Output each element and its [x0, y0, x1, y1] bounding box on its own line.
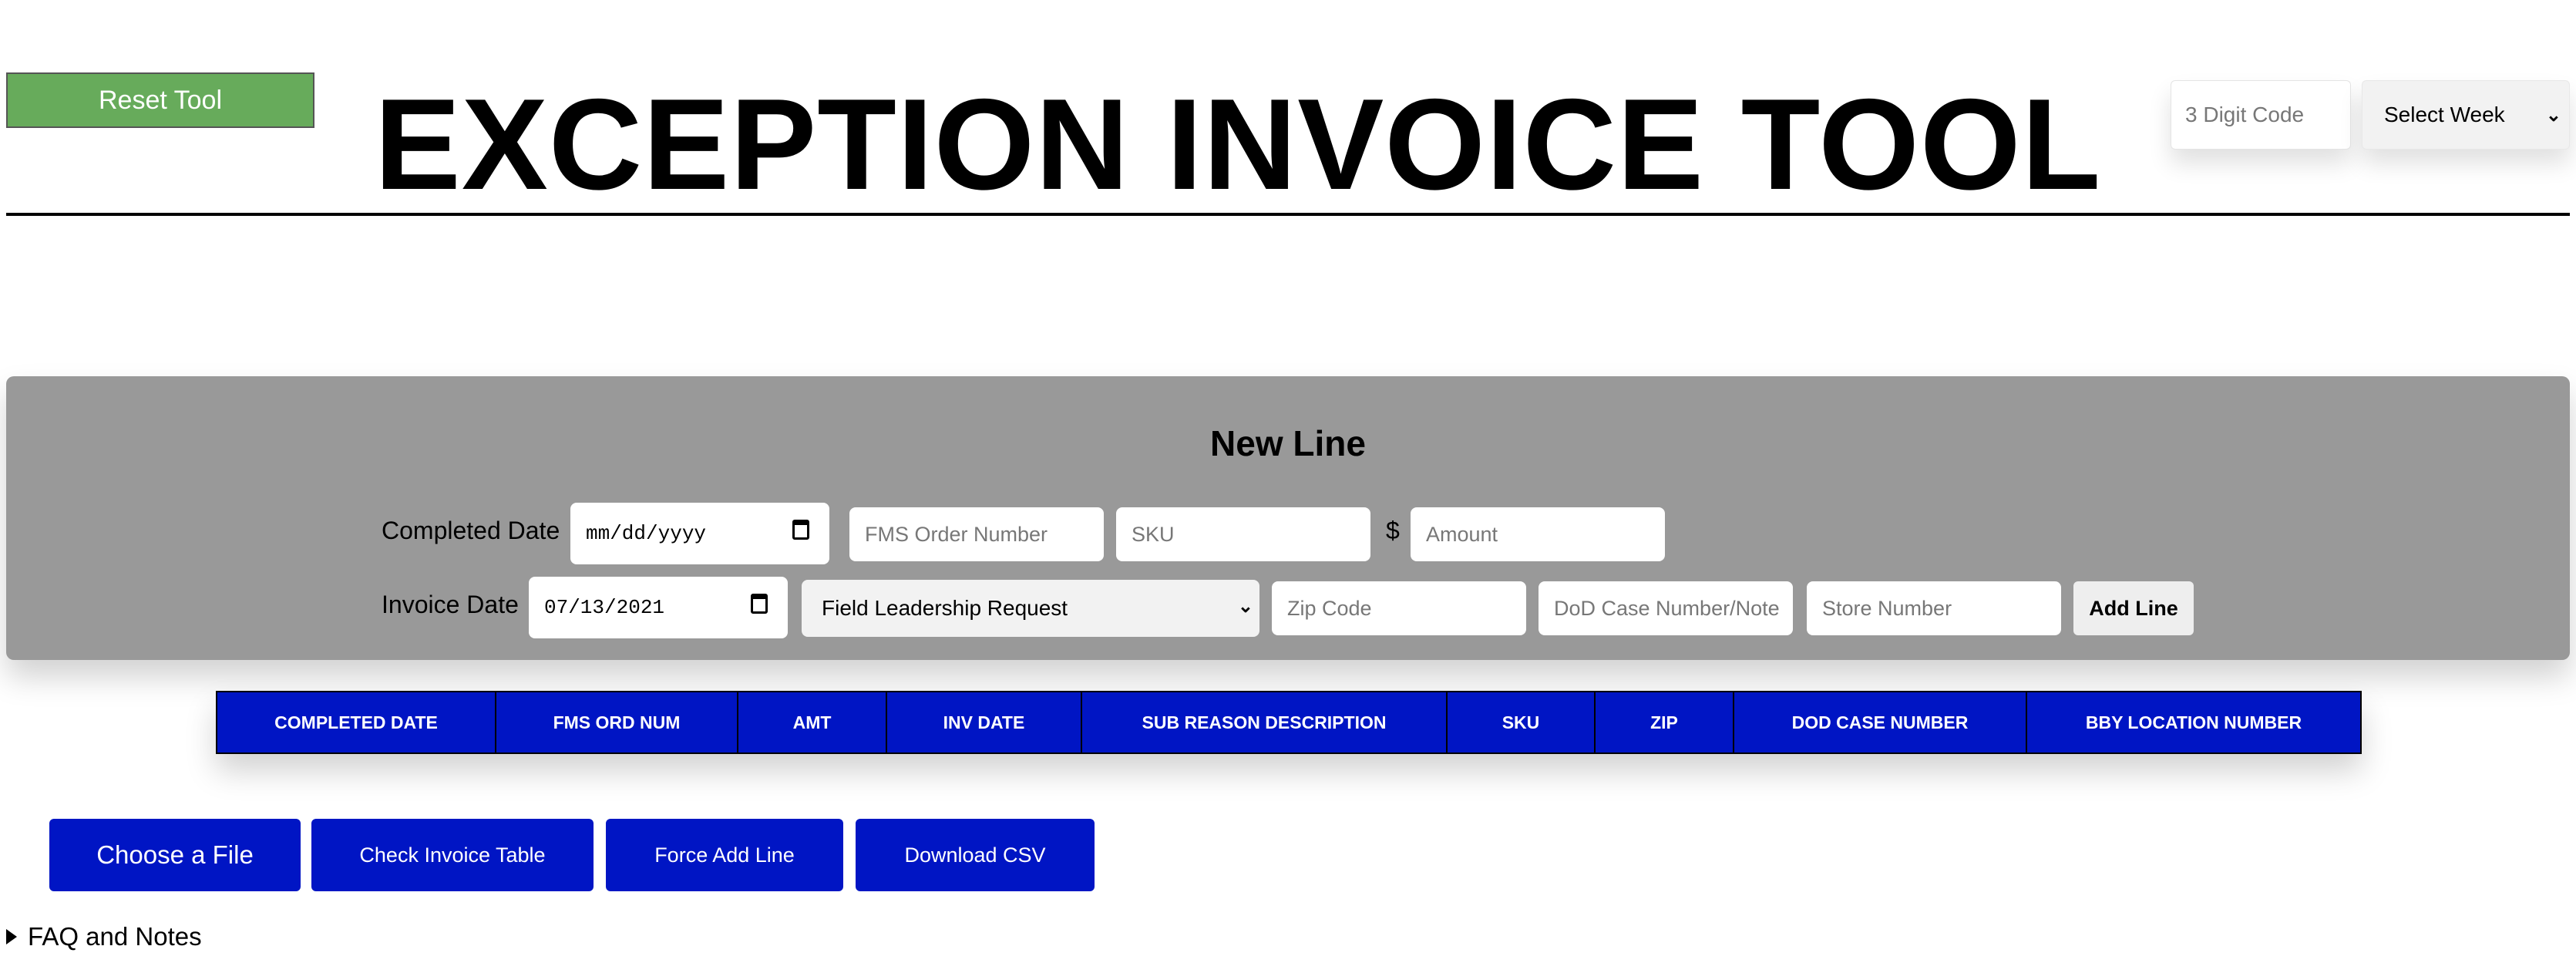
select-week-value: Select Week: [2384, 103, 2505, 126]
invoice-date-value: 07/13/2021: [544, 596, 665, 619]
sub-reason-value: Field Leadership Request: [822, 596, 1068, 620]
column-header: AMT: [738, 692, 887, 752]
new-line-title: New Line: [1210, 423, 1366, 463]
column-header: SKU: [1448, 692, 1596, 752]
column-header: FMS ORD NUM: [496, 692, 738, 752]
invoice-date-label: Invoice Date: [382, 591, 519, 618]
fms-order-number-input[interactable]: FMS Order Number: [849, 507, 1104, 561]
choose-file-button[interactable]: Choose a File: [49, 819, 301, 891]
disclosure-triangle-icon: [6, 929, 17, 944]
calendar-icon[interactable]: [751, 594, 768, 614]
amount-input[interactable]: Amount: [1411, 507, 1665, 561]
store-number-input[interactable]: Store Number: [1807, 581, 2061, 635]
column-header: BBY LOCATION NUMBER: [2085, 712, 2302, 732]
dod-case-number-input[interactable]: DoD Case Number/Note: [1539, 581, 1793, 635]
invoice-date-input[interactable]: 07/13/2021: [529, 577, 788, 638]
invoice-table-header: COMPLETED DATE FMS ORD NUM AMT INV DATE …: [216, 691, 2362, 754]
completed-date-value: mm/dd/yyyy: [586, 522, 707, 545]
check-invoice-table-button[interactable]: Check Invoice Table: [311, 819, 594, 891]
add-line-button[interactable]: Add Line: [2073, 581, 2194, 635]
column-header: DOD CASE NUMBER: [1734, 692, 2027, 752]
sub-reason-select[interactable]: Field Leadership Request ⌄: [802, 580, 1259, 637]
completed-date-label: Completed Date: [382, 517, 560, 544]
chevron-down-icon: ⌄: [2545, 105, 2561, 126]
three-digit-code-input[interactable]: 3 Digit Code: [2171, 80, 2351, 150]
column-header: INV DATE: [887, 692, 1082, 752]
download-csv-button[interactable]: Download CSV: [856, 819, 1095, 891]
header-divider: [6, 213, 2570, 216]
select-week-dropdown[interactable]: Select Week ⌄: [2362, 80, 2570, 150]
calendar-icon[interactable]: [792, 520, 809, 540]
faq-label: FAQ and Notes: [28, 922, 202, 951]
dollar-sign: $: [1386, 517, 1400, 544]
chevron-down-icon: ⌄: [1237, 596, 1253, 617]
faq-disclosure[interactable]: FAQ and Notes: [6, 922, 202, 951]
column-header: COMPLETED DATE: [217, 692, 496, 752]
column-header: ZIP: [1596, 692, 1734, 752]
column-header: SUB REASON DESCRIPTION: [1082, 692, 1448, 752]
sku-input[interactable]: SKU: [1116, 507, 1370, 561]
zip-code-input[interactable]: Zip Code: [1272, 581, 1526, 635]
force-add-line-button[interactable]: Force Add Line: [606, 819, 843, 891]
completed-date-input[interactable]: mm/dd/yyyy: [570, 503, 829, 564]
